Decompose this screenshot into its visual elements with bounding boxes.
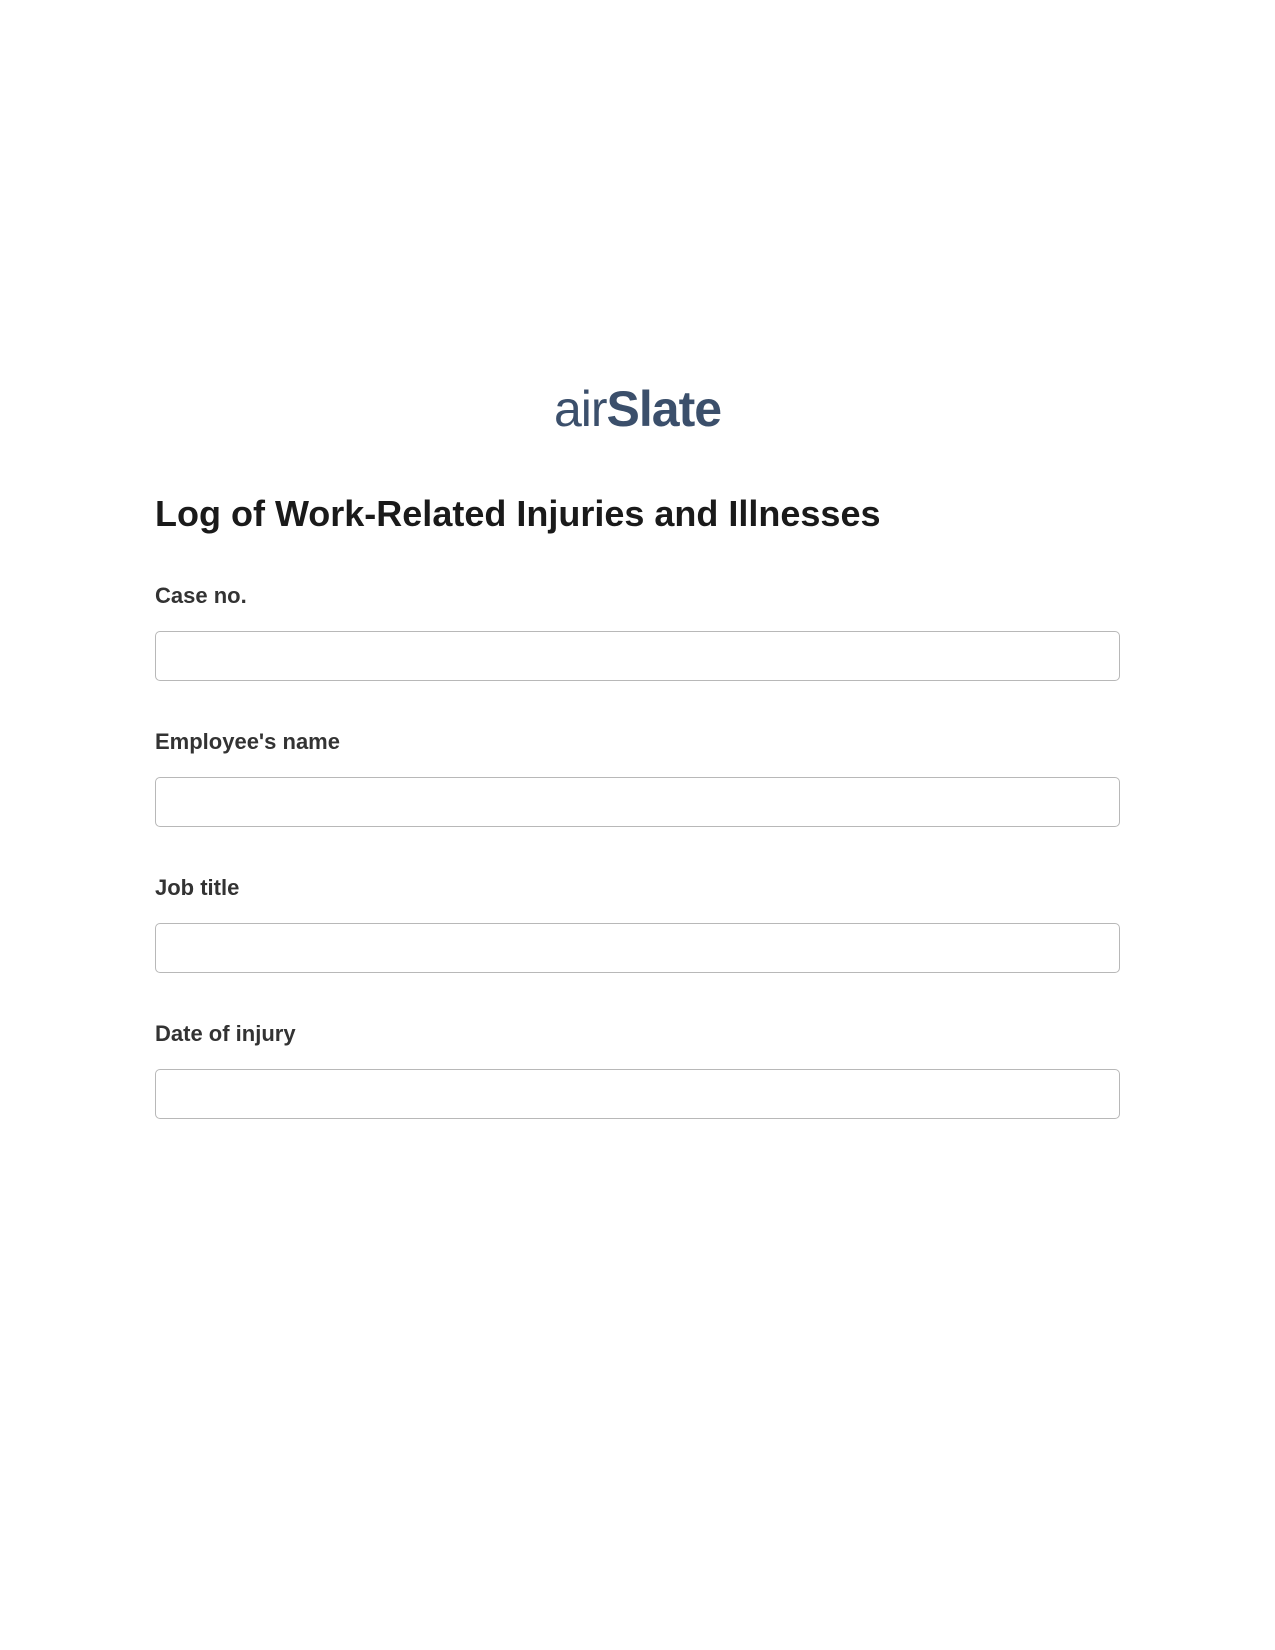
job-title-field: Job title [155,875,1120,973]
date-of-injury-label: Date of injury [155,1021,1120,1047]
case-no-field: Case no. [155,583,1120,681]
job-title-input[interactable] [155,923,1120,973]
logo: airSlate [155,380,1120,438]
employee-name-field: Employee's name [155,729,1120,827]
job-title-label: Job title [155,875,1120,901]
case-no-input[interactable] [155,631,1120,681]
logo-text: airSlate [554,381,721,437]
form-title: Log of Work-Related Injuries and Illness… [155,493,1120,535]
employee-name-label: Employee's name [155,729,1120,755]
logo-prefix: air [554,381,607,437]
case-no-label: Case no. [155,583,1120,609]
form-page: airSlate Log of Work-Related Injuries an… [0,0,1275,1119]
logo-suffix: Slate [607,381,722,437]
employee-name-input[interactable] [155,777,1120,827]
date-of-injury-input[interactable] [155,1069,1120,1119]
date-of-injury-field: Date of injury [155,1021,1120,1119]
